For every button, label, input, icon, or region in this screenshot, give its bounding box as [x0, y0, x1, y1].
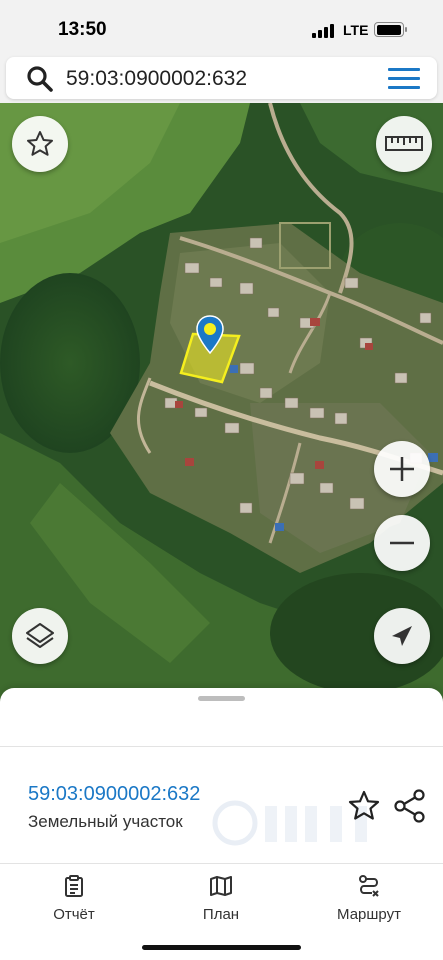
zoom-out-button[interactable]: [374, 515, 430, 571]
ruler-button[interactable]: [376, 116, 432, 172]
map-plan-icon: [210, 876, 232, 896]
signal-strength-icon: [312, 24, 334, 38]
parcel-type: Земельный участок: [28, 812, 183, 831]
parcel-cadastral-number[interactable]: 59:03:0900002:632: [28, 783, 200, 806]
hamburger-menu-icon[interactable]: [388, 68, 420, 90]
satellite-map[interactable]: [0, 103, 443, 705]
map-favorite-button[interactable]: [12, 116, 68, 172]
home-indicator[interactable]: [142, 945, 301, 950]
tab-plan[interactable]: План: [166, 874, 276, 924]
battery-icon: [374, 22, 407, 37]
divider: [0, 746, 443, 747]
search-icon[interactable]: [26, 65, 54, 93]
ruler-icon: [385, 136, 423, 151]
zoom-in-button[interactable]: [374, 441, 430, 497]
navigation-arrow-icon: [392, 626, 412, 646]
route-icon: [359, 875, 379, 897]
status-time: 13:50: [58, 19, 107, 40]
location-pin-icon[interactable]: [196, 315, 224, 355]
tab-report-label: Отчёт: [53, 906, 95, 923]
tab-route[interactable]: Маршрут: [314, 874, 424, 924]
star-icon: [27, 131, 53, 156]
search-input[interactable]: 59:03:0900002:632: [66, 67, 247, 91]
plus-icon: [390, 457, 414, 481]
tab-route-label: Маршрут: [337, 906, 401, 923]
layers-button[interactable]: [12, 608, 68, 664]
layers-icon: [26, 623, 54, 648]
my-location-button[interactable]: [374, 608, 430, 664]
sheet-drag-handle[interactable]: [198, 696, 245, 701]
tab-report[interactable]: Отчёт: [19, 874, 129, 924]
bottom-tab-bar: Отчёт План Маршрут: [0, 864, 443, 960]
search-bar[interactable]: 59:03:0900002:632: [6, 57, 437, 99]
share-icon[interactable]: [394, 789, 426, 823]
tab-plan-label: План: [202, 906, 240, 923]
satellite-imagery: [0, 103, 443, 705]
star-icon[interactable]: [347, 789, 381, 823]
network-type: LTE: [343, 22, 369, 38]
status-bar: 13:50 LTE: [0, 0, 443, 56]
clipboard-icon: [65, 875, 83, 897]
minus-icon: [390, 541, 414, 545]
